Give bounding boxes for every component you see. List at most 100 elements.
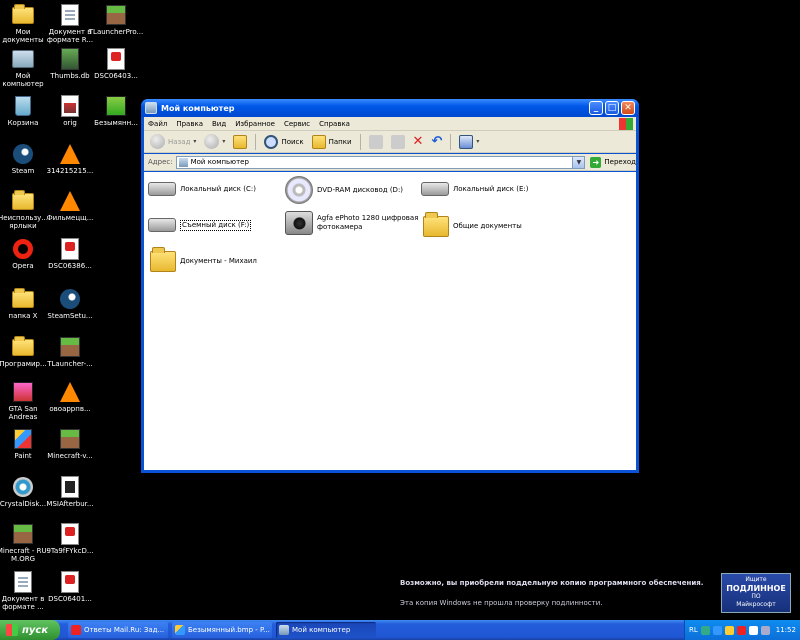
- folders-button[interactable]: Папки: [310, 133, 354, 151]
- task-label: Мой компьютер: [292, 626, 351, 634]
- desktop-icon-dsc06403[interactable]: DSC06403...: [88, 48, 144, 80]
- toolbar-separator: [359, 133, 361, 150]
- chevron-down-icon[interactable]: ▼: [572, 156, 585, 168]
- go-button[interactable]: ➜ Переход: [590, 156, 636, 168]
- desktop-icon-untitled[interactable]: Безымянн...: [88, 95, 144, 127]
- dvd-drive-icon: [285, 176, 313, 204]
- address-input[interactable]: Мой компьютер ▼: [175, 155, 586, 169]
- drive-f[interactable]: Съемный диск (F:): [148, 218, 252, 232]
- paint-icon: [12, 428, 34, 450]
- undo-button[interactable]: ↶: [429, 133, 444, 151]
- desktop-icon-label: Фильмецщ...: [46, 214, 94, 222]
- item-label: Документы - Михаил: [180, 257, 257, 265]
- shield-icon[interactable]: [712, 625, 722, 635]
- delete-button[interactable]: ✕: [411, 133, 426, 151]
- clock[interactable]: 11:52: [776, 626, 796, 634]
- camera-icon: [285, 211, 313, 235]
- folder-icon: [423, 212, 449, 237]
- desktop-icon-vlc-file[interactable]: 314215215...: [42, 143, 98, 175]
- task-my-computer[interactable]: Мой компьютер: [276, 622, 376, 638]
- toolbar-separator: [450, 133, 452, 150]
- item-label: Локальный диск (C:): [180, 184, 256, 193]
- file-view: Локальный диск (C:) DVD-RAM дисковод (D:…: [144, 172, 636, 470]
- desktop-icon-9ta9f[interactable]: 9Ta9fFYkcD...: [42, 523, 98, 555]
- menu-edit[interactable]: Правка: [176, 120, 203, 128]
- my-computer-icon: [279, 625, 289, 635]
- volume-icon[interactable]: [724, 625, 734, 635]
- desktop-icon-dsc06386[interactable]: DSC06386...: [42, 238, 98, 270]
- shared-documents[interactable]: Общие документы: [423, 212, 522, 237]
- toolbar-separator: [255, 133, 257, 150]
- image-file-icon: [59, 95, 81, 117]
- app-tray-icon[interactable]: [748, 625, 758, 635]
- forward-button[interactable]: ▾: [202, 133, 227, 151]
- folder-icon: [12, 335, 34, 358]
- network-icon[interactable]: [700, 625, 710, 635]
- delete-icon: ✕: [412, 134, 424, 149]
- documents-mikhail[interactable]: Документы - Михаил: [150, 247, 257, 272]
- minecraft-icon: [59, 428, 81, 450]
- folders-label: Папки: [328, 137, 352, 146]
- start-button[interactable]: пуск: [0, 620, 60, 640]
- desktop-icon-steamsetup[interactable]: SteamSetu...: [42, 288, 98, 320]
- drive-e[interactable]: Локальный диск (E:): [421, 182, 528, 196]
- menu-view[interactable]: Вид: [212, 120, 226, 128]
- back-button[interactable]: Назад ▾: [148, 133, 198, 151]
- desktop-icon-vlc-file-2[interactable]: овоаррпв...: [42, 381, 98, 413]
- up-button[interactable]: [231, 133, 249, 151]
- drive-d[interactable]: DVD-RAM дисковод (D:): [285, 176, 403, 204]
- menu-tools[interactable]: Сервис: [284, 120, 310, 128]
- desktop-icon-dsc06401[interactable]: DSC06401...: [42, 571, 98, 603]
- folder-icon: [12, 287, 34, 310]
- desktop-icon-label: TLauncher-...: [47, 360, 93, 368]
- desktop-icon-tlauncher[interactable]: TLauncher-...: [42, 336, 98, 368]
- vlc-icon: [59, 143, 81, 165]
- system-tray: RL 11:52: [684, 620, 800, 640]
- genuine-warning-line1: Возможно, вы приобрели поддельную копию …: [400, 579, 704, 587]
- minimize-button[interactable]: _: [589, 101, 603, 115]
- drive-c[interactable]: Локальный диск (C:): [148, 182, 256, 196]
- my-computer-icon: [145, 102, 157, 114]
- menu-help[interactable]: Справка: [319, 120, 350, 128]
- desktop-icon-minecraft-v[interactable]: Minecraft-v...: [42, 428, 98, 460]
- chevron-down-icon: ▾: [193, 138, 197, 145]
- desktop-icon-label: DSC06403...: [94, 72, 138, 80]
- search-button[interactable]: Поиск: [262, 133, 305, 151]
- steam-icon: [12, 143, 34, 165]
- minecraft-icon: [12, 523, 34, 545]
- windows-logo-icon: [6, 624, 18, 636]
- copy-to-button[interactable]: [389, 133, 407, 151]
- genuine-badge[interactable]: Ищите ПОДЛИННОЕ ПО Майкрософт: [721, 573, 791, 613]
- language-indicator[interactable]: RL: [689, 626, 698, 634]
- search-label: Поиск: [281, 137, 304, 146]
- task-mail-answers[interactable]: Ответы Mail.Ru: Зад...: [68, 622, 168, 638]
- window-titlebar[interactable]: Мой компьютер _ □ ✕: [141, 99, 639, 117]
- speaker-icon[interactable]: [760, 625, 770, 635]
- badge-top: Ищите: [745, 576, 767, 583]
- task-paint[interactable]: Безымянный.bmp - P...: [172, 622, 272, 638]
- folder-icon: [150, 247, 176, 272]
- desktop-icon-movie[interactable]: Фильмецщ...: [42, 190, 98, 222]
- removable-drive-icon: [148, 218, 176, 232]
- task-label: Ответы Mail.Ru: Зад...: [84, 626, 165, 634]
- my-computer-icon: [178, 157, 188, 167]
- steam-icon: [59, 288, 81, 310]
- maximize-button[interactable]: □: [605, 101, 619, 115]
- badge-mid: ПОДЛИННОЕ: [726, 584, 786, 593]
- genuine-warning-line2: Эта копия Windows не прошла проверку под…: [400, 599, 603, 607]
- yandex-browser-icon: [71, 625, 81, 635]
- address-label: Адрес:: [148, 158, 173, 166]
- document-icon: [12, 571, 34, 593]
- move-to-button[interactable]: [367, 133, 385, 151]
- close-button[interactable]: ✕: [621, 101, 635, 115]
- desktop-icon-msiafterburner[interactable]: MSIAfterbur...: [42, 476, 98, 508]
- pdf-icon: [59, 571, 81, 593]
- camera-device[interactable]: Agfa ePhoto 1280 цифровая фотокамера: [285, 211, 421, 235]
- views-button[interactable]: ▾: [457, 133, 481, 151]
- desktop-icon-tlauncherpro[interactable]: TLauncherPro...: [88, 4, 144, 36]
- forward-arrow-icon: [204, 134, 220, 149]
- menu-file[interactable]: Файл: [148, 120, 167, 128]
- document-icon: [59, 4, 81, 26]
- antivirus-icon[interactable]: [736, 625, 746, 635]
- menu-favorites[interactable]: Избранное: [235, 120, 275, 128]
